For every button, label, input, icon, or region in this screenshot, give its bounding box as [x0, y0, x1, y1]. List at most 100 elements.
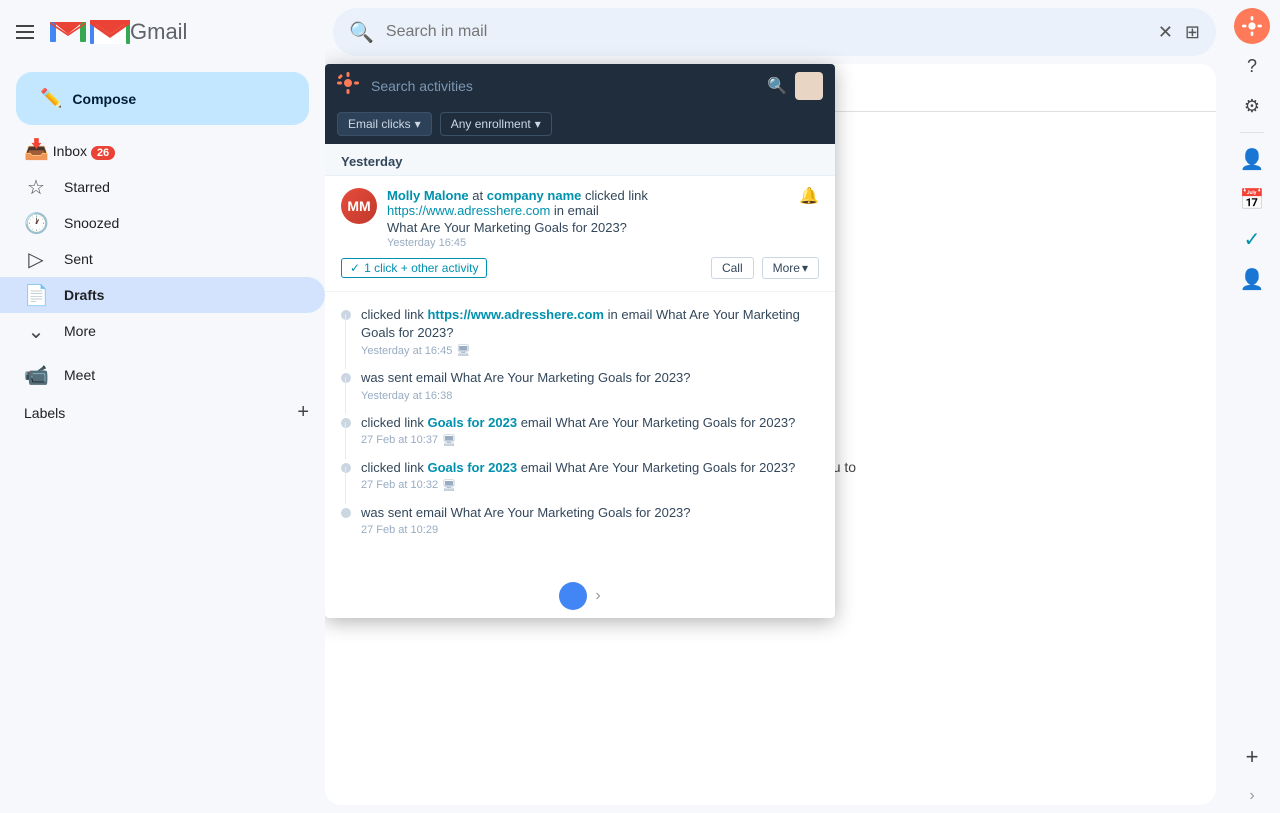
tl1-link[interactable]: https://www.adresshere.com — [427, 307, 604, 322]
timeline-time-3: 27 Feb at 10:37 🖥 — [361, 434, 819, 447]
call-button[interactable]: Call — [711, 257, 754, 279]
hubspot-logo-icon — [337, 72, 359, 100]
company-name[interactable]: company name — [487, 188, 582, 203]
starred-label: Starred — [64, 179, 309, 195]
tl3-link[interactable]: Goals for 2023 — [427, 415, 517, 430]
hubspot-search-input[interactable] — [371, 78, 759, 94]
nav-item-starred[interactable]: ☆ Starred — [0, 169, 325, 205]
calendar-sidebar-icon[interactable]: 📅 — [1234, 181, 1270, 217]
inbox-label: Inbox — [53, 143, 87, 159]
gmail-text: Gmail — [130, 19, 187, 45]
nav-item-more[interactable]: ⌄ More — [0, 313, 325, 349]
nav-item-drafts[interactable]: 📄 Drafts — [0, 277, 325, 313]
panel-avatar-row: › — [325, 582, 835, 618]
timeline-text-2: was sent email What Are Your Marketing G… — [361, 369, 819, 387]
enrollment-dropdown-icon: ▾ — [535, 117, 541, 131]
compose-label: Compose — [72, 91, 136, 107]
hubspot-sprocket-svg — [337, 72, 359, 94]
timeline-text-1: clicked link https://www.adresshere.com … — [361, 306, 819, 342]
tl4-link[interactable]: Goals for 2023 — [427, 460, 517, 475]
hubspot-search-icon[interactable]: 🔍 — [767, 76, 787, 96]
panel-bottom-fade — [325, 550, 835, 582]
filter-dropdown-icon: ▾ — [415, 117, 421, 131]
tl1-action: clicked link — [361, 307, 427, 322]
screen-icon-3: 🖥 — [442, 434, 456, 447]
timeline-content-2: was sent email What Are Your Marketing G… — [361, 369, 819, 401]
left-column: Gmail ✏️ Compose 📥 Inbox 26 ☆ Starred 🕐 … — [0, 0, 325, 813]
hamburger-menu[interactable] — [8, 17, 42, 47]
hubspot-check-icon[interactable]: ✓ — [1234, 221, 1270, 257]
in-email-text: in email — [554, 203, 599, 218]
help-icon: ? — [1247, 56, 1257, 77]
search-close-icon[interactable]: ✕ — [1158, 22, 1173, 43]
person-sidebar-icon[interactable]: 👤 — [1234, 261, 1270, 297]
any-enrollment-filter[interactable]: Any enrollment ▾ — [440, 112, 552, 136]
hubspot-user-icon[interactable] — [795, 72, 823, 100]
nav-item-snoozed[interactable]: 🕐 Snoozed — [0, 205, 325, 241]
activity-main-row: MM Molly Malone at company name clicked … — [341, 188, 819, 249]
add-label-button[interactable]: + — [297, 401, 309, 424]
timeline-content-5: was sent email What Are Your Marketing G… — [361, 504, 819, 536]
hubspot-panel: 🔍 Email clicks ▾ Any enrollment ▾ Yester… — [325, 64, 835, 618]
app-container: Gmail ✏️ Compose 📥 Inbox 26 ☆ Starred 🕐 … — [0, 0, 1280, 813]
nav-item-sent[interactable]: ▷ Sent — [0, 241, 325, 277]
right-sidebar: ? ⚙ 👤 📅 ✓ 👤 + › — [1224, 0, 1280, 813]
timeline-time-1: Yesterday at 16:45 🖥 — [361, 344, 819, 357]
gmail-m-icon — [50, 18, 86, 46]
compose-icon: ✏️ — [40, 88, 62, 109]
meet-item[interactable]: 📹 Meet — [0, 357, 325, 393]
tl5-action: was sent email What Are Your Marketing G… — [361, 505, 691, 520]
activity-link-url[interactable]: https://www.adresshere.com — [387, 203, 550, 218]
timeline-content-1: clicked link https://www.adresshere.com … — [361, 306, 819, 357]
activity-time: Yesterday 16:45 — [387, 237, 789, 249]
meet-label: Meet — [64, 367, 95, 383]
hubspot-sidebar-svg — [1242, 16, 1262, 36]
timeline-dot-5 — [341, 508, 351, 518]
video-icon: 📹 — [24, 363, 48, 388]
contacts-sidebar-icon[interactable]: 👤 — [1234, 141, 1270, 177]
bell-icon[interactable]: 🔔 — [799, 186, 819, 206]
search-input[interactable] — [386, 23, 1146, 41]
activity-link[interactable]: https://www.adresshere.com in email — [387, 203, 789, 218]
activity-name-line: Molly Malone at company name clicked lin… — [387, 188, 789, 203]
timeline-entry-3: clicked link Goals for 2023 email What A… — [341, 408, 819, 453]
email-clicks-filter[interactable]: Email clicks ▾ — [337, 112, 432, 136]
activity-tag-row: ✓ 1 click + other activity Call More ▾ — [341, 257, 819, 279]
panel-avatar-1 — [559, 582, 587, 610]
timeline-dot-3 — [341, 418, 351, 428]
tl4-action: clicked link — [361, 460, 427, 475]
tag-check-icon: ✓ — [350, 261, 360, 275]
tl2-action: was sent email What Are Your Marketing G… — [361, 370, 691, 385]
draft-icon: 📄 — [24, 283, 48, 308]
search-filter-icon[interactable]: ⊞ — [1185, 22, 1200, 43]
email-clicks-label: Email clicks — [348, 117, 411, 131]
hubspot-sidebar-icon[interactable] — [1234, 8, 1270, 44]
nav-item-inbox[interactable]: 📥 Inbox 26 — [0, 133, 131, 169]
more-button[interactable]: More ▾ — [762, 257, 819, 279]
tl4-context: email What Are Your Marketing Goals for … — [521, 460, 796, 475]
timeline-dot-1 — [341, 310, 351, 320]
add-extension-button[interactable]: + — [1234, 739, 1270, 775]
gmail-logo: Gmail — [50, 18, 187, 46]
labels-section: Labels + — [0, 393, 325, 428]
calendar-icon: 📅 — [1240, 187, 1265, 212]
expand-sidebar-button[interactable]: › — [1249, 787, 1254, 805]
tl3-action: clicked link — [361, 415, 427, 430]
settings-sidebar-icon[interactable]: ⚙ — [1234, 88, 1270, 124]
timeline-content-3: clicked link Goals for 2023 email What A… — [361, 414, 819, 447]
tl3-context: email What Are Your Marketing Goals for … — [521, 415, 796, 430]
panel-expand-icon[interactable]: › — [595, 587, 600, 605]
timeline-entry-1: clicked link https://www.adresshere.com … — [341, 300, 819, 363]
activity-tag[interactable]: ✓ 1 click + other activity — [341, 258, 487, 278]
help-sidebar-icon[interactable]: ? — [1234, 48, 1270, 84]
sent-label: Sent — [64, 251, 309, 267]
labels-title: Labels — [24, 405, 65, 421]
sidebar-divider — [1240, 132, 1264, 133]
timeline-time-5: 27 Feb at 10:29 — [361, 524, 819, 536]
at-text: at — [472, 188, 486, 203]
contact-name[interactable]: Molly Malone — [387, 188, 469, 203]
tag-label: 1 click + other activity — [364, 261, 478, 275]
search-bar[interactable]: 🔍 ✕ ⊞ — [333, 8, 1216, 56]
compose-button[interactable]: ✏️ Compose — [16, 72, 309, 125]
center-column: 🔍 ✕ ⊞ ▾ ↺ ⋮ You don Saving a draf — [325, 0, 1224, 813]
